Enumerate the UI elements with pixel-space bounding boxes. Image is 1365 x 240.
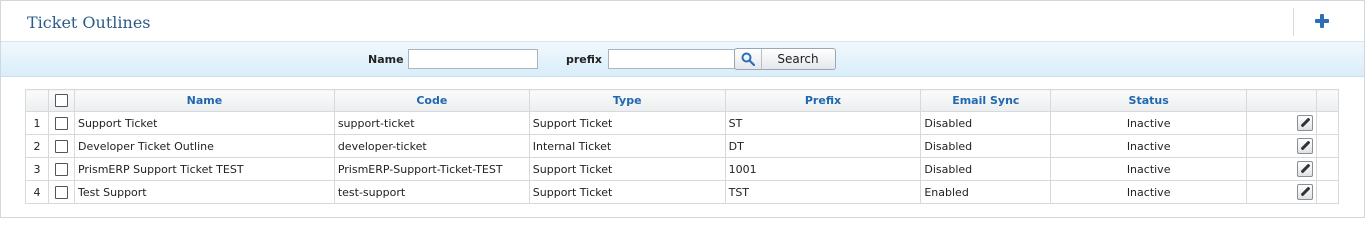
row-select-cell — [47, 180, 75, 204]
actions-header — [1246, 89, 1317, 112]
cell-name: Test Support — [73, 180, 335, 204]
row-checkbox[interactable] — [54, 162, 68, 176]
select-all-checkbox[interactable] — [54, 94, 68, 108]
pencil-icon[interactable] — [1296, 115, 1313, 131]
table-row: 2 Developer Ticket Outline developer-tic… — [25, 134, 1340, 158]
row-number: 3 — [25, 157, 49, 181]
row-select-cell — [47, 157, 75, 181]
column-header-type[interactable]: Type — [528, 89, 726, 112]
column-header-prefix[interactable]: Prefix — [724, 89, 922, 112]
name-label: Name — [368, 53, 404, 66]
cell-code: PrismERP-Support-Ticket-TEST — [333, 157, 530, 181]
name-input[interactable] — [408, 49, 538, 69]
cell-email-sync: Disabled — [920, 111, 1052, 135]
cell-code: developer-ticket — [333, 134, 530, 158]
search-button[interactable]: Search — [734, 48, 836, 70]
cell-type: Support Ticket — [528, 157, 726, 181]
row-number: 4 — [25, 180, 49, 204]
row-number: 2 — [25, 134, 49, 158]
row-number: 1 — [25, 111, 49, 135]
cell-prefix: DT — [724, 134, 922, 158]
cell-name: PrismERP Support Ticket TEST — [73, 157, 335, 181]
row-checkbox[interactable] — [54, 185, 68, 199]
cell-name: Support Ticket — [73, 111, 335, 135]
header-actions — [1293, 8, 1364, 36]
cell-type: Internal Ticket — [528, 134, 726, 158]
cell-name: Developer Ticket Outline — [73, 134, 335, 158]
ticket-outlines-panel: Ticket Outlines Name prefix Search Name … — [0, 0, 1365, 218]
cell-type: Support Ticket — [528, 111, 726, 135]
cell-actions — [1246, 134, 1317, 158]
cell-email-sync: Enabled — [920, 180, 1052, 204]
column-header-code[interactable]: Code — [333, 89, 530, 112]
scroll-gutter — [1315, 180, 1340, 204]
row-checkbox[interactable] — [54, 139, 68, 153]
scroll-gutter-header — [1315, 89, 1340, 112]
row-select-cell — [47, 111, 75, 135]
search-button-label: Search — [777, 52, 819, 66]
plus-icon[interactable] — [1314, 13, 1330, 29]
cell-prefix: 1001 — [724, 157, 922, 181]
cell-status: Inactive — [1050, 180, 1248, 204]
pencil-icon[interactable] — [1296, 184, 1313, 200]
column-header-status[interactable]: Status — [1050, 89, 1248, 112]
table-row: 3 PrismERP Support Ticket TEST PrismERP-… — [25, 157, 1340, 181]
cell-code: test-support — [333, 180, 530, 204]
panel-header: Ticket Outlines — [1, 1, 1364, 42]
table-row: 4 Test Support test-support Support Tick… — [25, 180, 1340, 204]
prefix-label: prefix — [566, 53, 603, 66]
ticket-outlines-table: Name Code Type Prefix Email Sync Status … — [25, 89, 1340, 204]
pencil-icon[interactable] — [1296, 138, 1313, 154]
scroll-gutter — [1315, 157, 1340, 181]
cell-type: Support Ticket — [528, 180, 726, 204]
scroll-gutter — [1315, 134, 1340, 158]
page-title: Ticket Outlines — [27, 13, 151, 32]
scroll-gutter — [1315, 111, 1340, 135]
cell-email-sync: Disabled — [920, 157, 1052, 181]
magnifier-icon — [735, 49, 762, 69]
cell-code: support-ticket — [333, 111, 530, 135]
table-header-row: Name Code Type Prefix Email Sync Status — [25, 89, 1340, 112]
prefix-input[interactable] — [608, 49, 738, 69]
row-checkbox[interactable] — [54, 116, 68, 130]
cell-email-sync: Disabled — [920, 134, 1052, 158]
column-header-name[interactable]: Name — [73, 89, 335, 112]
cell-status: Inactive — [1050, 134, 1248, 158]
cell-status: Inactive — [1050, 111, 1248, 135]
column-header-email-sync[interactable]: Email Sync — [920, 89, 1052, 112]
cell-actions — [1246, 180, 1317, 204]
cell-prefix: ST — [724, 111, 922, 135]
cell-prefix: TST — [724, 180, 922, 204]
row-select-cell — [47, 134, 75, 158]
cell-actions — [1246, 111, 1317, 135]
select-all-cell — [47, 89, 75, 112]
cell-status: Inactive — [1050, 157, 1248, 181]
search-bar: Name prefix Search — [1, 42, 1364, 77]
table-row: 1 Support Ticket support-ticket Support … — [25, 111, 1340, 135]
cell-actions — [1246, 157, 1317, 181]
row-number-header — [25, 89, 49, 112]
pencil-icon[interactable] — [1296, 161, 1313, 177]
